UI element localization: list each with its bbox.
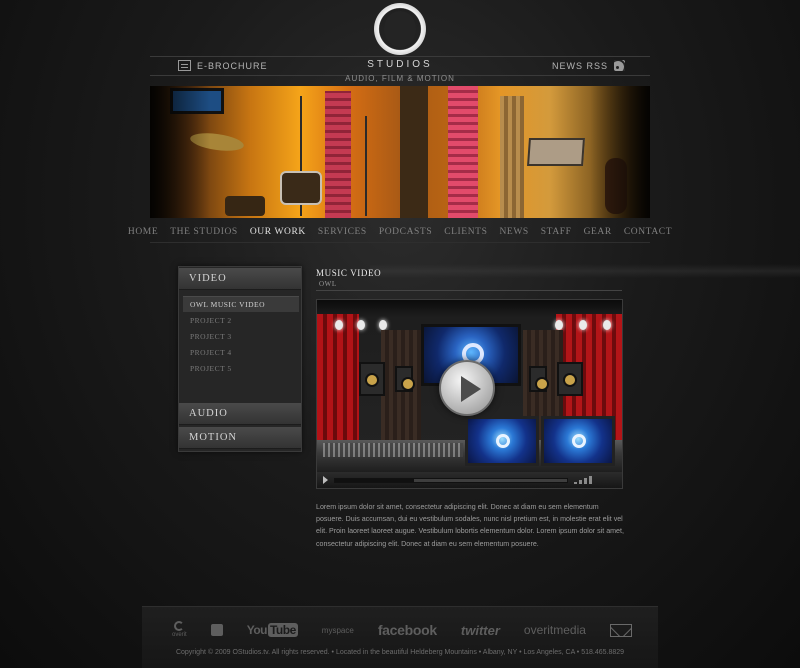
nav-gear[interactable]: GEAR [578,227,618,237]
footer-social-links: overit You Tube myspace facebook twitter … [172,619,632,641]
overit-icon[interactable]: overit [172,621,187,639]
sidebar-section-video[interactable]: VIDEO [179,268,301,290]
title-texture [370,264,800,278]
hero-studio-image [150,86,650,218]
title-divider [316,290,622,291]
page-subtitle: OWL [319,280,337,288]
play-icon[interactable] [439,360,495,416]
footer-rss-icon[interactable] [210,624,223,636]
sidebar-video-list: OWL MUSIC VIDEO PROJECT 2 PROJECT 3 PROJ… [183,296,299,376]
site-header: STUDIOS AUDIO, FILM & MOTION E-BROCHURE … [0,0,800,86]
volume-icon[interactable] [574,476,604,484]
youtube-icon[interactable]: You Tube [247,623,298,637]
rss-icon [614,60,626,71]
sidebar-section-audio[interactable]: AUDIO [179,403,301,425]
main-nav: HOME THE STUDIOS OUR WORK SERVICES PODCA… [128,222,672,242]
nav-staff[interactable]: STAFF [535,227,578,237]
logo-text: STUDIOS [367,59,433,70]
control-play-icon[interactable] [323,476,328,484]
copyright-text: Copyright © 2009 OStudios.tv. All rights… [175,649,625,656]
ebrochure-label: E-BROCHURE [197,60,268,71]
nav-services[interactable]: SERVICES [312,227,373,237]
project-description: Lorem ipsum dolor sit amet, consectetur … [316,503,624,548]
nav-our-work[interactable]: OUR WORK [244,227,312,237]
sidebar-item-project-5[interactable]: PROJECT 5 [183,360,299,376]
nav-news[interactable]: NEWS [493,227,534,237]
sidebar-item-project-2[interactable]: PROJECT 2 [183,312,299,328]
video-thumbnail[interactable] [317,300,622,472]
work-sidebar: VIDEO OWL MUSIC VIDEO PROJECT 2 PROJECT … [178,266,302,452]
video-player[interactable] [316,299,623,489]
nav-divider [150,242,650,243]
nav-home[interactable]: HOME [122,227,164,237]
overitmedia-icon[interactable]: overitmedia [524,623,586,637]
news-rss-link[interactable]: NEWS RSS [552,60,626,71]
nav-contact[interactable]: CONTACT [618,227,678,237]
video-controls [317,472,622,488]
mail-icon[interactable] [609,623,632,637]
sidebar-item-owl-music-video[interactable]: OWL MUSIC VIDEO [183,296,299,312]
myspace-icon[interactable]: myspace [322,626,354,635]
ebrochure-link[interactable]: E-BROCHURE [178,60,268,71]
sidebar-item-project-3[interactable]: PROJECT 3 [183,328,299,344]
nav-clients[interactable]: CLIENTS [438,227,493,237]
site-footer: overit You Tube myspace facebook twitter … [142,606,658,668]
tagline: AUDIO, FILM & MOTION [345,74,455,83]
progress-bar[interactable] [334,477,568,483]
progress-fill [335,478,414,482]
page-title: MUSIC VIDEO [316,268,382,278]
sidebar-item-project-4[interactable]: PROJECT 4 [183,344,299,360]
news-rss-label: NEWS RSS [552,60,609,71]
brochure-icon [178,60,191,71]
nav-the-studios[interactable]: THE STUDIOS [164,227,244,237]
sidebar-section-motion[interactable]: MOTION [179,427,301,449]
twitter-icon[interactable]: twitter [461,623,500,638]
facebook-icon[interactable]: facebook [378,622,437,638]
o-logo-icon[interactable] [374,3,426,55]
nav-podcasts[interactable]: PODCASTS [373,227,438,237]
